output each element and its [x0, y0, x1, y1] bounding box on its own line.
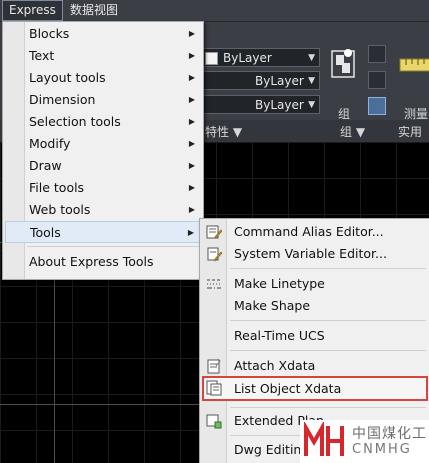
linetype-icon [207, 279, 221, 289]
chevron-down-icon: ▼ [308, 100, 315, 110]
groups-panel-title[interactable]: 组 ▼ [340, 123, 365, 140]
menu-item-draw[interactable]: Draw ▶ [5, 155, 201, 177]
menu-item-system-variable-editor[interactable]: System Variable Editor... [202, 243, 428, 265]
submenu-arrow-icon: ▶ [187, 228, 194, 237]
ungroup-button[interactable] [368, 45, 386, 63]
submenu-arrow-icon: ▶ [188, 73, 195, 82]
chevron-down-icon: ▼ [308, 53, 315, 63]
menu-separator [230, 407, 426, 408]
watermark-logo-icon [304, 422, 344, 456]
menu-item-make-shape[interactable]: Make Shape [202, 295, 428, 317]
menu-express[interactable]: Express [2, 0, 63, 21]
list-xdata-icon [206, 380, 222, 396]
submenu-arrow-icon: ▶ [188, 51, 195, 60]
ruler-icon [399, 58, 429, 72]
alias-editor-icon [206, 225, 222, 239]
menu-item-make-linetype[interactable]: Make Linetype [202, 273, 428, 295]
linetype-combo[interactable]: ByLayer ▼ [200, 71, 320, 90]
extended-plan-icon [206, 414, 222, 429]
menu-data-view[interactable]: 数据视图 [64, 0, 124, 21]
watermark-latin-text: CNMHG [352, 442, 412, 457]
menu-item-attach-xdata[interactable]: Attach Xdata [202, 355, 428, 377]
measure-button[interactable]: 测量 [396, 45, 429, 121]
menu-separator [27, 246, 199, 247]
menu-item-tools[interactable]: Tools ▶ [5, 221, 201, 243]
submenu-arrow-icon: ▶ [188, 183, 195, 192]
menu-item-blocks[interactable]: Blocks ▶ [5, 23, 201, 45]
group-edit-button[interactable] [368, 71, 386, 89]
menu-item-modify[interactable]: Modify ▶ [5, 133, 201, 155]
menu-item-layout-tools[interactable]: Layout tools ▶ [5, 67, 201, 89]
chevron-down-icon: ▼ [308, 76, 315, 86]
menu-item-dimension[interactable]: Dimension ▶ [5, 89, 201, 111]
menu-item-text[interactable]: Text ▶ [5, 45, 201, 67]
submenu-arrow-icon: ▶ [188, 29, 195, 38]
properties-panel-title[interactable]: 特性 ▼ [205, 123, 242, 140]
menu-bar: Express 数据视图 [0, 0, 429, 22]
attach-xdata-icon [207, 358, 221, 374]
menu-item-web-tools[interactable]: Web tools ▶ [5, 199, 201, 221]
autocad-window: ByLayer ▼ ByLayer ▼ ByLayer ▼ 组 测量 特性 ▼ … [0, 0, 429, 463]
submenu-arrow-icon: ▶ [188, 117, 195, 126]
menu-item-real-time-ucs[interactable]: Real-Time UCS [202, 325, 428, 347]
menu-item-command-alias-editor[interactable]: Command Alias Editor... [202, 221, 428, 243]
group-button[interactable]: 组 [328, 45, 362, 121]
submenu-arrow-icon: ▶ [188, 95, 195, 104]
express-menu: Blocks ▶ Text ▶ Layout tools ▶ Dimension… [2, 21, 204, 280]
menu-item-selection-tools[interactable]: Selection tools ▶ [5, 111, 201, 133]
menu-separator [230, 268, 426, 269]
menu-separator [230, 350, 426, 351]
watermark-chinese-text: 中国煤化工 [352, 426, 427, 442]
menu-separator [230, 320, 426, 321]
menu-item-about-express-tools[interactable]: About Express Tools [5, 251, 201, 273]
color-swatch [205, 52, 218, 65]
select-group-button[interactable] [368, 97, 386, 115]
group-icon [331, 49, 355, 78]
submenu-arrow-icon: ▶ [188, 139, 195, 148]
submenu-arrow-icon: ▶ [188, 205, 195, 214]
color-combo[interactable]: ByLayer ▼ [200, 48, 320, 67]
submenu-arrow-icon: ▶ [188, 161, 195, 170]
watermark: 中国煤化工 CNMHG [300, 420, 429, 463]
menu-item-list-object-xdata[interactable]: List Object Xdata [202, 376, 428, 401]
menu-item-file-tools[interactable]: File tools ▶ [5, 177, 201, 199]
lineweight-combo[interactable]: ByLayer ▼ [200, 95, 320, 114]
sysvar-editor-icon [207, 247, 222, 262]
